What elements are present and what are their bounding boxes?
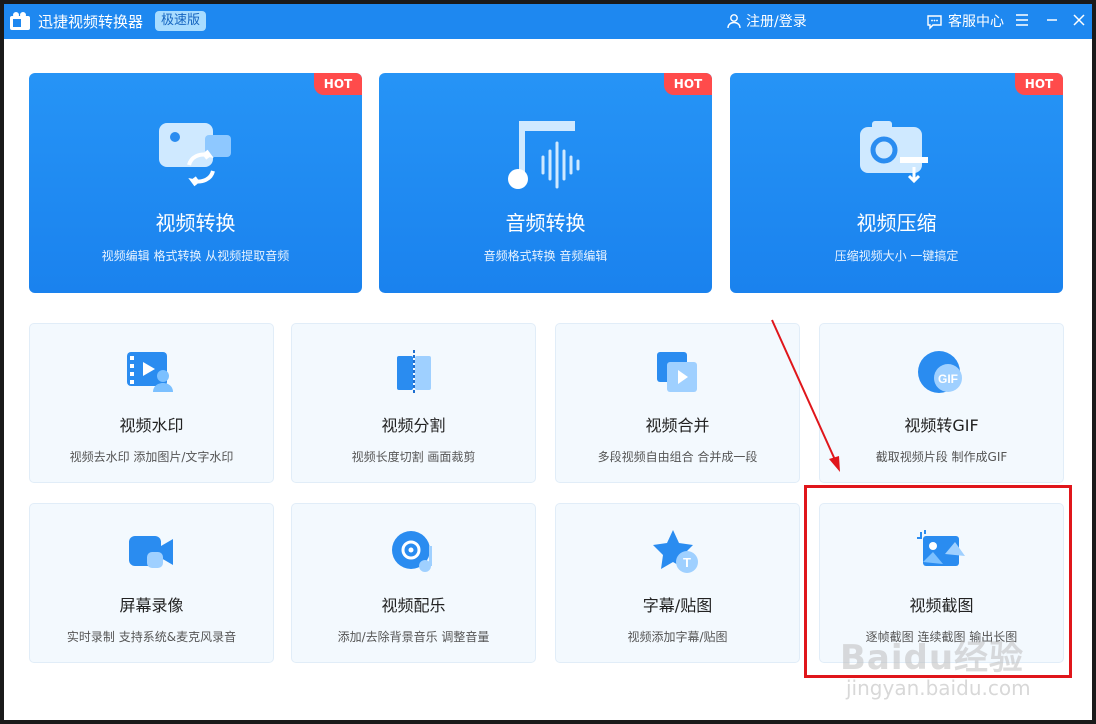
baidu-watermark: Baidu经验 [840, 638, 1025, 678]
card-desc: 压缩视频大小 一键搞定 [834, 249, 959, 263]
merge-icon [657, 352, 697, 392]
music-note-icon [508, 121, 580, 189]
tool-title: 视频截图 [909, 596, 974, 615]
tool-desc: 视频去水印 添加图片/文字水印 [69, 450, 234, 464]
split-icon [397, 350, 431, 394]
tool-video-music[interactable]: 视频配乐 添加/去除背景音乐 调整音量 [291, 503, 536, 663]
title-bar: 迅捷视频转换器 极速版 注册/登录 客服中心 [4, 4, 1092, 39]
login-button[interactable]: 注册/登录 [726, 11, 807, 31]
svg-text:GIF: GIF [938, 372, 958, 386]
card-title: 视频转换 [155, 211, 236, 235]
camera-compress-icon [860, 121, 928, 184]
service-label: 客服中心 [948, 14, 1004, 30]
tool-title: 视频分割 [381, 416, 446, 435]
tool-title: 视频转GIF [904, 416, 979, 435]
video-convert-icon [159, 123, 231, 187]
tool-title: 屏幕录像 [119, 596, 184, 615]
tool-video-to-gif[interactable]: GIF 视频转GIF 截取视频片段 制作成GIF [819, 323, 1064, 483]
tool-desc: 视频长度切割 画面裁剪 [351, 450, 476, 464]
app-window: 迅捷视频转换器 极速版 注册/登录 客服中心 HOT 视频转换 视频编辑 格式转… [4, 4, 1092, 720]
user-icon [727, 14, 741, 29]
card-title: 音频转换 [505, 211, 586, 235]
edition-badge: 极速版 [155, 11, 207, 31]
screenshot-icon [917, 530, 965, 566]
card-audio-convert[interactable]: HOT 音频转换 音频格式转换 音频编辑 [379, 73, 712, 293]
tool-desc: 多段视频自由组合 合并成一段 [597, 450, 758, 464]
tool-video-split[interactable]: 视频分割 视频长度切割 画面裁剪 [291, 323, 536, 483]
card-desc: 音频格式转换 音频编辑 [483, 249, 608, 263]
minimize-icon [1047, 19, 1057, 21]
app-title: 迅捷视频转换器 [38, 13, 144, 31]
music-disc-icon [392, 531, 432, 572]
tool-desc: 截取视频片段 制作成GIF [875, 450, 1008, 464]
card-video-convert[interactable]: HOT 视频转换 视频编辑 格式转换 从视频提取音频 [29, 73, 362, 293]
close-icon [1073, 14, 1085, 26]
subtitle-star-icon: T [653, 530, 698, 573]
screen-record-icon [129, 536, 173, 568]
chat-bubble-icon [927, 14, 942, 30]
menu-button[interactable] [1012, 10, 1032, 30]
app-logo-icon [10, 12, 30, 30]
watermark-icon [127, 352, 173, 392]
svg-text:T: T [683, 555, 691, 570]
tool-title: 视频配乐 [381, 596, 446, 615]
tool-video-watermark[interactable]: 视频水印 视频去水印 添加图片/文字水印 [29, 323, 274, 483]
login-label: 注册/登录 [746, 14, 807, 30]
tool-video-merge[interactable]: 视频合并 多段视频自由组合 合并成一段 [555, 323, 800, 483]
tool-desc: 添加/去除背景音乐 调整音量 [337, 630, 490, 644]
baidu-watermark-url: jingyan.baidu.com [846, 676, 1031, 700]
tool-title: 字幕/贴图 [642, 596, 713, 615]
hamburger-icon [1016, 14, 1028, 26]
customer-service-button[interactable]: 客服中心 [926, 11, 1004, 31]
hot-badge: HOT [1015, 73, 1063, 95]
card-desc: 视频编辑 格式转换 从视频提取音频 [101, 249, 290, 263]
tool-screen-record[interactable]: 屏幕录像 实时录制 支持系统&麦克风录音 [29, 503, 274, 663]
tool-desc: 实时录制 支持系统&麦克风录音 [66, 630, 237, 644]
card-video-compress[interactable]: HOT 视频压缩 压缩视频大小 一键搞定 [730, 73, 1063, 293]
minimize-button[interactable] [1042, 10, 1062, 30]
hot-badge: HOT [664, 73, 712, 95]
tool-subtitle-sticker[interactable]: T 字幕/贴图 视频添加字幕/贴图 [555, 503, 800, 663]
close-button[interactable] [1069, 10, 1089, 30]
card-title: 视频压缩 [856, 211, 937, 235]
tool-title: 视频合并 [645, 416, 710, 435]
gif-icon: GIF [918, 351, 962, 393]
tool-desc: 视频添加字幕/贴图 [627, 630, 728, 644]
hot-badge: HOT [314, 73, 362, 95]
tool-title: 视频水印 [119, 416, 184, 435]
